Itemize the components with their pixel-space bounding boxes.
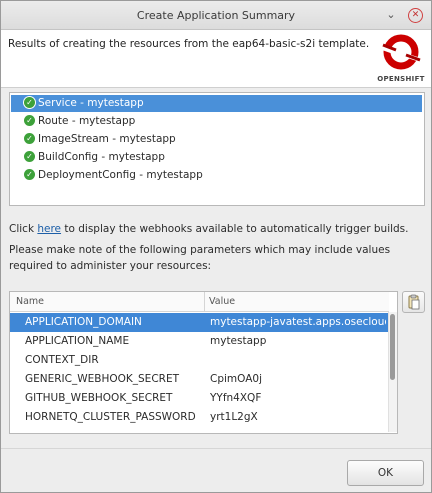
table-row[interactable]: GITHUB_WEBHOOK_SECRET YYfn4XQF [10,389,388,408]
parameters-table: Name Value APPLICATION_DOMAIN mytestapp-… [9,291,398,434]
footer-divider [1,448,431,449]
table-row[interactable]: HORNETQ_CLUSTER_PASSWORD yrt1L2gX [10,408,388,427]
table-row[interactable]: CONTEXT_DIR [10,351,388,370]
resource-item[interactable]: ✓ Service - mytestapp [11,95,422,112]
dialog-window: Create Application Summary ⌄ ✕ Results o… [0,0,432,493]
check-circle-icon: ✓ [24,133,35,144]
resource-item[interactable]: ✓ DeploymentConfig - mytestapp [11,167,422,184]
window-title: Create Application Summary [136,9,296,22]
check-circle-icon: ✓ [24,151,35,162]
logo-wordmark: OPENSHIFT [377,75,425,83]
param-value: CpimOA0j [210,373,263,385]
resource-label: DeploymentConfig - mytestapp [38,169,203,181]
resource-item[interactable]: ✓ BuildConfig - mytestapp [11,149,422,166]
resource-label: Route - mytestapp [38,115,136,127]
check-circle-icon: ✓ [24,115,35,126]
param-value: YYfn4XQF [210,392,262,404]
header-message: Results of creating the resources from t… [8,38,370,50]
resource-label: BuildConfig - mytestapp [38,151,165,163]
webhook-note-suffix: to display the webhooks available to aut… [61,223,409,235]
webhook-note: Click here to display the webhooks avail… [9,223,409,235]
param-name: APPLICATION_DOMAIN [25,316,142,328]
check-circle-icon: ✓ [24,97,35,108]
param-name: HORNETQ_CLUSTER_PASSWORD [25,411,196,423]
dialog-header: Results of creating the resources from t… [1,30,431,88]
resource-list: ✓ Service - mytestapp ✓ Route - mytestap… [9,92,425,206]
openshift-logo: OPENSHIFT [377,30,425,86]
minimize-icon[interactable]: ⌄ [384,8,398,22]
param-name: GENERIC_WEBHOOK_SECRET [25,373,179,385]
param-value: mytestapp-javatest.apps.osecloud.com [210,316,386,328]
resource-label: Service - mytestapp [38,97,144,109]
param-value: yrt1L2gX [210,411,258,423]
resource-item[interactable]: ✓ ImageStream - mytestapp [11,131,422,148]
parameters-note: Please make note of the following parame… [9,244,391,272]
param-name: CONTEXT_DIR [25,354,99,366]
webhooks-link[interactable]: here [37,223,61,235]
table-row[interactable]: APPLICATION_NAME mytestapp [10,332,388,351]
table-row[interactable]: GENERIC_WEBHOOK_SECRET CpimOA0j [10,370,388,389]
copy-to-clipboard-button[interactable] [402,291,425,313]
param-value: mytestapp [210,335,267,347]
ok-button[interactable]: OK [347,460,424,486]
param-name: APPLICATION_NAME [25,335,130,347]
column-header-name[interactable]: Name [10,292,205,312]
title-bar: Create Application Summary ⌄ ✕ [1,1,431,30]
resource-item[interactable]: ✓ Route - mytestapp [11,113,422,130]
param-name: GITHUB_WEBHOOK_SECRET [25,392,173,404]
openshift-logo-icon [382,34,421,70]
column-header-value[interactable]: Value [205,292,389,312]
webhook-note-prefix: Click [9,223,38,235]
copy-clipboard-icon [408,294,420,310]
table-scrollbar-thumb[interactable] [390,314,395,380]
check-circle-icon: ✓ [24,169,35,180]
table-row[interactable]: APPLICATION_DOMAIN mytestapp-javatest.ap… [10,313,388,332]
resource-label: ImageStream - mytestapp [38,133,176,145]
close-icon[interactable]: ✕ [408,8,423,23]
